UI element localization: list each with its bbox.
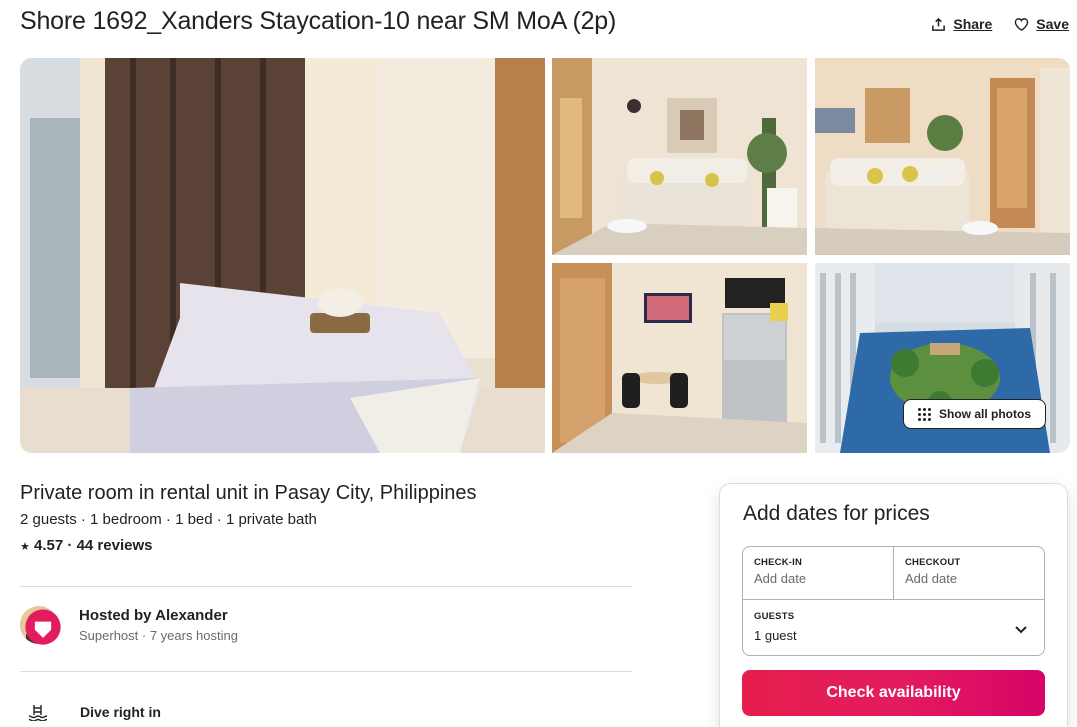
guests-value: 1 guest (754, 628, 797, 643)
listing-title: Shore 1692_Xanders Staycation-10 near SM… (20, 7, 617, 35)
superhost-badge-icon (25, 609, 61, 645)
check-availability-button[interactable]: Check availability (742, 670, 1045, 716)
grid-dots-icon (918, 407, 931, 421)
show-all-photos-button[interactable]: Show all photos (903, 399, 1046, 429)
booking-title: Add dates for prices (743, 502, 930, 525)
share-label: Share (953, 16, 993, 32)
photo-dining-kitchen[interactable] (552, 263, 807, 453)
checkin-label: CHECK-IN (754, 557, 803, 568)
guests-label: GUESTS (754, 611, 795, 622)
share-button[interactable]: Share (931, 16, 992, 32)
host-section: Hosted by Alexander Superhost · 7 years … (20, 606, 238, 645)
guests-selector[interactable]: GUESTS 1 guest (743, 599, 1044, 655)
host-subtitle: Superhost · 7 years hosting (79, 628, 238, 643)
save-label: Save (1036, 16, 1069, 32)
section-divider (20, 671, 632, 672)
listing-facts: 2 guests · 1 bedroom · 1 bed · 1 private… (20, 511, 317, 528)
host-name: Hosted by Alexander (79, 607, 228, 624)
booking-card: Add dates for prices CHECK-IN Add date C… (719, 483, 1068, 727)
star-icon: ★ (20, 541, 30, 553)
host-info: Hosted by Alexander Superhost · 7 years … (79, 607, 238, 643)
photo-living-room[interactable] (552, 58, 807, 255)
rating-summary[interactable]: ★ 4.57 · 44 reviews (20, 537, 152, 554)
feature-item: Dive right in (28, 703, 161, 721)
chevron-down-icon (1015, 626, 1027, 634)
photo-living-room-wide[interactable] (815, 58, 1070, 255)
section-divider (20, 586, 632, 587)
share-icon (932, 17, 946, 31)
checkout-label: CHECKOUT (905, 557, 961, 568)
feature-title: Dive right in (80, 704, 161, 720)
host-avatar[interactable] (20, 606, 61, 645)
photo-bedroom[interactable] (20, 58, 545, 453)
save-button[interactable]: Save (1014, 16, 1069, 32)
show-all-photos-label: Show all photos (939, 407, 1031, 421)
rating-text: 4.57 · 44 reviews (34, 537, 153, 554)
checkout-value: Add date (905, 571, 958, 586)
checkout-field[interactable]: CHECKOUT Add date (894, 547, 1045, 599)
top-actions: Share Save (931, 16, 1069, 32)
listing-type-title: Private room in rental unit in Pasay Cit… (20, 482, 477, 504)
booking-inputs: CHECK-IN Add date CHECKOUT Add date GUES… (742, 546, 1045, 656)
checkin-field[interactable]: CHECK-IN Add date (743, 547, 894, 599)
pool-icon (28, 705, 48, 721)
heart-icon (1014, 17, 1029, 31)
checkin-value: Add date (754, 571, 807, 586)
photo-gallery: Show all photos (20, 58, 1070, 453)
